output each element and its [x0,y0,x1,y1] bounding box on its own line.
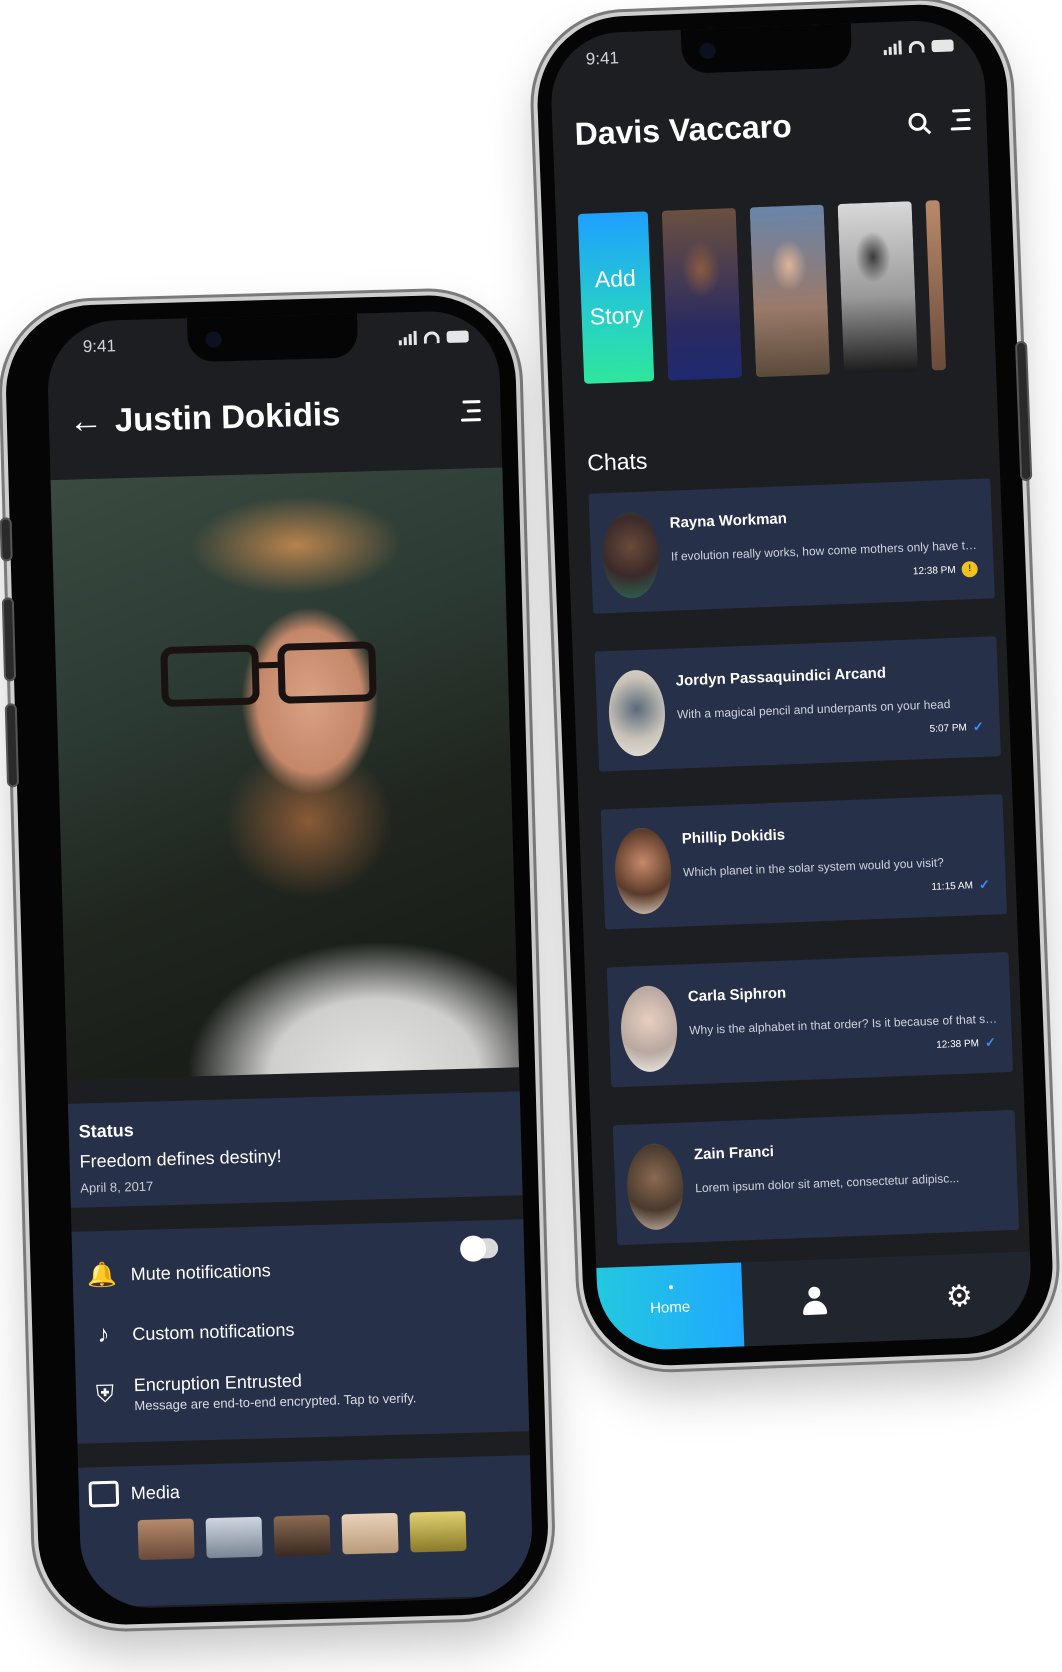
chat-name: Jordyn Passaquindici Arcand [675,664,887,690]
wifi-icon [908,40,925,54]
chat-time: 11:15 AM [931,879,974,893]
media-label: Media [130,1481,181,1503]
chat-message: Lorem ipsum dolor sit amet, consectetur … [694,1171,960,1196]
chat-list: Rayna Workman If evolution really works,… [588,478,1021,1283]
story-thumbnail[interactable] [925,200,947,371]
image-icon [88,1480,120,1508]
chat-time: 5:07 PM [929,721,968,735]
status-time: 9:41 [82,336,117,357]
status-date: April 8, 2017 [80,1178,154,1196]
mockup-stage: 9:41 ← Justin Dokidis Status Freedom def… [0,0,1062,1672]
signal-icon [883,40,902,56]
story-thumbnail[interactable] [749,204,831,378]
status-time: 9:41 [585,48,620,69]
home-title: Davis Vaccaro [573,107,793,153]
chat-name: Rayna Workman [669,510,788,532]
search-icon[interactable] [908,112,927,131]
tab-profile[interactable] [741,1257,889,1346]
avatar [607,669,667,758]
home-header: Davis Vaccaro [574,101,971,153]
profile-name: Justin Dokidis [114,395,341,439]
stories-row: Add Story [577,198,996,388]
music-note-icon: ♪ [97,1320,110,1349]
chat-name: Zain Franci [693,1143,775,1164]
shield-check-icon: ⛨ [95,1380,115,1409]
mute-toggle[interactable] [459,1235,499,1262]
silent-switch [0,517,13,562]
chat-time: 12:38 PM [912,564,956,577]
add-story-button[interactable]: Add Story [577,211,655,384]
back-arrow-icon[interactable]: ← [68,401,115,441]
chat-name: Carla Siphron [687,984,787,1006]
chat-item[interactable]: Jordyn Passaquindici Arcand With a magic… [594,636,1001,772]
chat-message: With a magical pencil and underpants on … [676,697,951,722]
story-thumbnail[interactable] [661,207,743,381]
chats-title: Chats [586,447,648,476]
chat-item[interactable]: Carla Siphron Why is the alphabet in tha… [606,952,1014,1088]
phone-profile: 9:41 ← Justin Dokidis Status Freedom def… [0,293,551,1627]
avatar [625,1142,685,1231]
status-text: Freedom defines destiny! [79,1145,282,1172]
avatar [619,984,679,1073]
media-thumb[interactable] [137,1518,195,1561]
setting-label: Custom notifications [132,1319,295,1344]
chat-message: If evolution really works, how come moth… [670,537,984,564]
gear-icon: ⚙ [945,1279,974,1314]
tab-home-label: Home [649,1297,691,1317]
power-button [1014,340,1033,482]
profile-photo [50,467,520,1080]
chat-message: Why is the alphabet in that order? Is it… [688,1011,1002,1038]
media-thumb[interactable] [341,1512,399,1555]
add-story-line2: Story [589,301,645,330]
glasses-shape [160,641,377,709]
volume-up-button [1,597,17,682]
volume-down-button [4,703,20,788]
chats-screen: 9:41 Davis Vaccaro Add Story Chats Rayna… [548,18,1034,1352]
chat-item[interactable]: Rayna Workman If evolution really works,… [588,478,995,614]
chat-name: Phillip Dokidis [681,826,786,848]
battery-icon [446,330,469,344]
avatar [613,826,673,916]
media-card[interactable]: Media [78,1455,534,1608]
chat-time: 12:38 PM [935,1037,980,1051]
user-icon [802,1286,827,1317]
media-thumb[interactable] [409,1510,467,1553]
status-title: Status [78,1120,134,1142]
read-check-icon: ✓ [978,876,991,893]
avatar [601,511,661,600]
profile-screen: 9:41 ← Justin Dokidis Status Freedom def… [46,309,534,1610]
unread-badge: ! [961,560,978,578]
read-check-icon: ✓ [984,1034,997,1050]
status-card: Status Freedom defines destiny! April 8,… [67,1091,523,1208]
chat-item[interactable]: Zain Franci Lorem ipsum dolor sit amet, … [612,1109,1020,1246]
tab-home[interactable]: Home [596,1262,745,1352]
story-thumbnail[interactable] [837,201,919,374]
profile-header: ← Justin Dokidis [68,380,482,451]
add-story-line1: Add [594,265,637,293]
read-check-icon: ✓ [972,718,985,735]
menu-icon[interactable] [948,108,971,131]
setting-encryption[interactable]: ⛨ Encruption Entrusted Message are end-t… [85,1353,519,1425]
tab-settings[interactable]: ⚙ [885,1251,1033,1340]
setting-label: Mute notifications [130,1259,272,1284]
chat-item[interactable]: Phillip Dokidis Which planet in the sola… [600,794,1007,930]
media-thumb[interactable] [205,1516,263,1559]
wifi-icon [423,331,440,344]
phone-chats: 9:41 Davis Vaccaro Add Story Chats Rayna… [534,1,1056,1369]
chat-message: Which planet in the solar system would y… [682,855,944,880]
settings-card: 🔔 Mute notifications ♪ Custom notificati… [71,1219,530,1444]
media-thumb[interactable] [273,1514,331,1557]
menu-icon[interactable] [458,399,482,422]
signal-icon [398,330,417,346]
media-thumbnails [90,1509,523,1561]
battery-icon [931,39,954,53]
bottom-tab-bar: Home ⚙ [596,1251,1034,1352]
bell-icon: 🔔 [86,1261,118,1289]
